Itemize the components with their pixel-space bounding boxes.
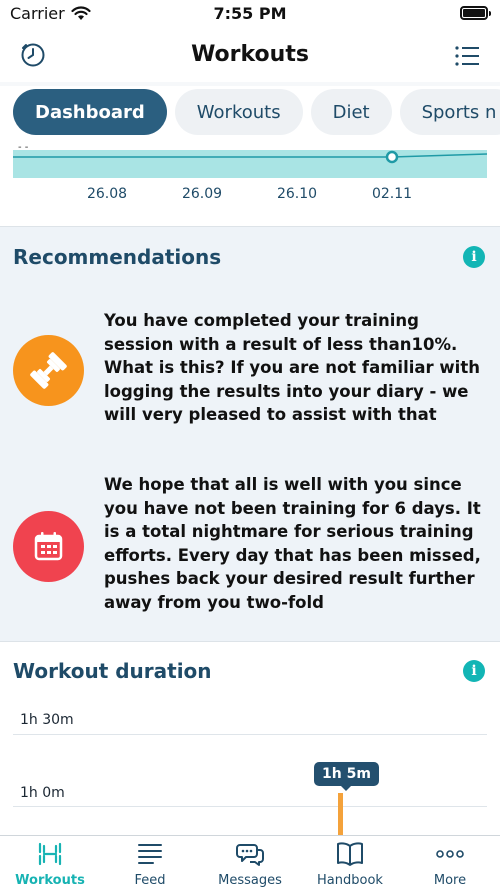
page-title: Workouts bbox=[191, 42, 309, 67]
value-bubble: 1h 5m bbox=[314, 762, 379, 791]
x-tick: 02.11 bbox=[372, 186, 412, 202]
info-icon[interactable]: i bbox=[463, 246, 485, 268]
feed-icon bbox=[138, 844, 162, 864]
recommendation-text: We hope that all is well with you since … bbox=[104, 475, 481, 612]
recommendations-title: Recommendations bbox=[13, 245, 222, 269]
recommendations-section: Recommendations i You have completed you… bbox=[0, 227, 500, 641]
x-tick: 26.10 bbox=[277, 186, 317, 202]
tabbar-label: Handbook bbox=[317, 873, 383, 888]
y-axis-label: 1h 30m bbox=[20, 712, 74, 728]
tab-dashboard[interactable]: Dashboard bbox=[13, 89, 167, 135]
rec-icon-dumbbell bbox=[13, 335, 84, 406]
tabbar-item-handbook[interactable]: Handbook bbox=[300, 840, 400, 888]
y-axis-label: 1h 0m bbox=[20, 785, 65, 801]
gridline bbox=[13, 734, 487, 735]
tabbar-label: Feed bbox=[134, 873, 166, 888]
duration-bar[interactable] bbox=[338, 793, 343, 835]
carrier-label: Carrier bbox=[10, 4, 65, 23]
recommendation-text: You have completed your training session… bbox=[104, 311, 480, 424]
tabbar-item-workouts[interactable]: Workouts bbox=[0, 840, 100, 888]
x-tick: 26.09 bbox=[182, 186, 222, 202]
wifi-icon bbox=[71, 6, 91, 20]
bottom-tab-bar: Workouts Feed Messages Handbook More bbox=[0, 835, 500, 889]
rec-icon-calendar bbox=[13, 511, 84, 582]
svg-text:- -: - - bbox=[18, 142, 29, 153]
dumbbell-icon bbox=[38, 842, 62, 866]
info-icon[interactable]: i bbox=[463, 660, 485, 682]
status-bar: Carrier 7:55 PM bbox=[0, 0, 500, 30]
tabbar-label: More bbox=[433, 873, 467, 888]
tab-diet[interactable]: Diet bbox=[310, 89, 392, 135]
chart-area bbox=[13, 150, 487, 178]
x-tick: 26.08 bbox=[87, 186, 127, 202]
tab-strip: Dashboard Workouts Diet Sports n bbox=[0, 86, 500, 142]
tabbar-label: Workouts bbox=[15, 873, 85, 888]
carrier-info: Carrier bbox=[10, 4, 91, 23]
progress-chart: - - 26.08 26.09 26.10 02.11 bbox=[0, 142, 500, 226]
tab-sports[interactable]: Sports n bbox=[399, 89, 500, 135]
duration-title: Workout duration bbox=[13, 659, 212, 683]
workout-duration-section: Workout duration i 1h 30m 1h 0m 1h 5m bbox=[0, 642, 500, 835]
nav-bar: Workouts bbox=[0, 30, 500, 82]
tab-workouts[interactable]: Workouts bbox=[174, 89, 303, 135]
tabbar-item-feed[interactable]: Feed bbox=[100, 840, 200, 888]
messages-icon bbox=[236, 844, 264, 866]
tabbar-label: Messages bbox=[218, 873, 282, 888]
more-icon bbox=[436, 850, 464, 858]
tabbar-item-messages[interactable]: Messages bbox=[200, 840, 300, 888]
book-icon bbox=[337, 842, 363, 866]
calendar-icon bbox=[34, 532, 63, 561]
tabbar-item-more[interactable]: More bbox=[400, 840, 500, 888]
dumbbell-icon bbox=[30, 352, 67, 389]
list-icon[interactable] bbox=[454, 44, 480, 68]
chart-point bbox=[385, 150, 399, 164]
battery-icon bbox=[460, 6, 491, 20]
gridline bbox=[13, 806, 487, 807]
